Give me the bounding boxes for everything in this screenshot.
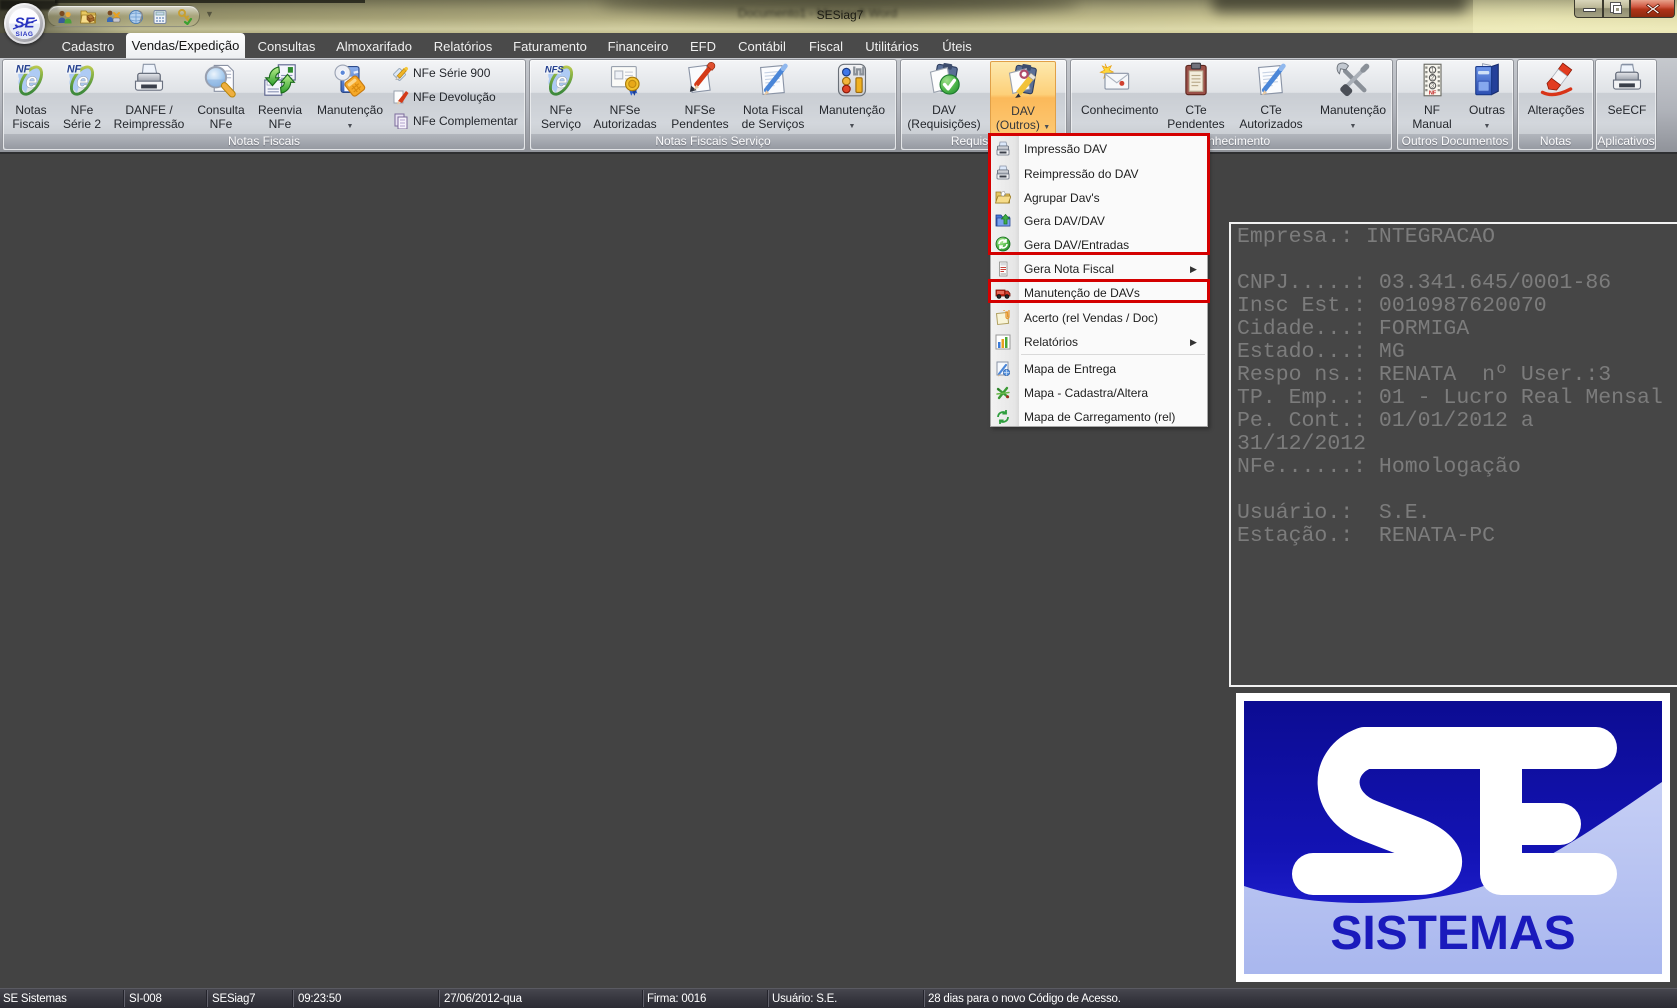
svg-text:3: 3 xyxy=(1431,83,1434,89)
svg-text:1: 1 xyxy=(1431,68,1434,74)
svg-text:SISTEMAS: SISTEMAS xyxy=(1330,907,1575,960)
svg-text:NF: NF xyxy=(1429,91,1437,97)
svg-text:2: 2 xyxy=(1431,75,1434,81)
svg-text:SE: SE xyxy=(14,15,35,32)
svg-text:SIAG: SIAG xyxy=(16,31,34,38)
